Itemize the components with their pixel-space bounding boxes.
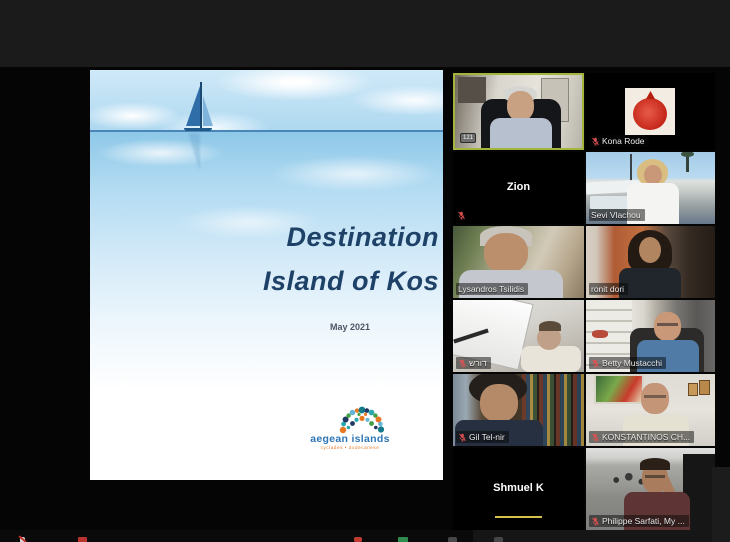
sailboat-hull [184, 128, 212, 131]
person-torso [490, 118, 552, 150]
video-tile-shmuel-k[interactable]: Shmuel K [453, 448, 584, 530]
video-tile-zion[interactable]: Zion [453, 152, 584, 224]
person-face [480, 384, 518, 422]
video-tile-ronit-dori[interactable]: ronit dori [586, 226, 715, 298]
sailboat-mast [200, 82, 202, 129]
participant-nameplate: KONSTANTINOS CH... [589, 431, 694, 443]
slide-date: May 2021 [330, 322, 370, 332]
participant-nameplate: Sevi Vlachou [589, 209, 645, 221]
religious-icon [688, 383, 698, 396]
video-button-icon[interactable] [78, 537, 87, 542]
aegean-logo-arch-icon [336, 390, 388, 434]
window-top-bar [0, 0, 730, 67]
pillow-shape [521, 346, 581, 372]
video-tile-kona-rode[interactable]: Kona Rode [586, 73, 715, 150]
zoom-meeting-window: Destination Island of Kos May 2021 [0, 0, 730, 542]
participant-name: Lysandros Tsilidis [458, 284, 524, 294]
slide-title: Destination Island of Kos [263, 215, 439, 303]
chat-button-icon[interactable] [494, 537, 503, 542]
participant-name: Zion [453, 181, 584, 193]
participant-nameplate: Betty Mustacchi [589, 357, 666, 369]
mute-button-icon[interactable] [20, 537, 25, 542]
participants-button-icon[interactable] [448, 537, 457, 542]
person-torso [619, 268, 681, 298]
security-button-icon[interactable] [354, 537, 362, 542]
person-face [654, 312, 681, 341]
camera-osd-badge: 121 [460, 133, 476, 143]
participant-nameplate: Philippe Sarfati, My ... [589, 515, 689, 527]
sailboat-reflection [188, 133, 200, 171]
participant-name: Shmuel K [453, 482, 584, 494]
shared-slide: Destination Island of Kos May 2021 [90, 70, 443, 480]
pomegranate-artwork [633, 98, 667, 130]
slide-title-line2: Island of Kos [263, 259, 439, 303]
participant-nameplate: Kona Rode [589, 135, 649, 147]
video-tile-hebrew-name[interactable]: דורש [453, 300, 584, 372]
participant-nameplate: Lysandros Tsilidis [456, 283, 528, 295]
video-tile-konstantinos[interactable]: KONSTANTINOS CH... [586, 374, 715, 446]
wall-painting [594, 374, 644, 404]
person-glasses [645, 475, 665, 478]
muted-mic-icon [591, 137, 600, 146]
participant-name: ronit dori [591, 284, 624, 294]
sailboat-jib-sail [203, 96, 213, 126]
logo-wordmark: aegean islands [308, 434, 392, 445]
person-face [484, 233, 528, 273]
logo-subtext: cyclades • dodecanese [308, 445, 392, 451]
muted-mic-icon [458, 359, 467, 368]
participant-nameplate: ronit dori [589, 283, 628, 295]
person-hair [640, 458, 670, 470]
muted-mic-icon [458, 433, 467, 442]
religious-icon [699, 380, 710, 395]
person-face [507, 91, 534, 121]
video-tile-active-speaker[interactable]: 121 [453, 73, 584, 150]
muted-mic-icon [591, 433, 600, 442]
participant-name: דורש [469, 358, 487, 368]
share-screen-button-icon[interactable] [398, 537, 408, 542]
participant-name: Philippe Sarfati, My ... [602, 516, 685, 526]
participant-name: Gil Tel-nir [469, 432, 505, 442]
person-face [639, 237, 661, 263]
video-tile-sevi-vlachou[interactable]: Sevi Vlachou [586, 152, 715, 224]
palm-tree [686, 155, 689, 172]
video-tile-lysandros-tsilidis[interactable]: Lysandros Tsilidis [453, 226, 584, 298]
video-tile-philippe-sarfati[interactable]: Philippe Sarfati, My ... [586, 448, 715, 530]
office-shelf [458, 77, 486, 103]
participant-name: Betty Mustacchi [602, 358, 662, 368]
muted-mic-icon [591, 359, 600, 368]
person-face [644, 165, 662, 185]
participant-nameplate: Gil Tel-nir [456, 431, 509, 443]
bottom-toolbar-strip-right [473, 530, 730, 542]
audio-indicator-line [495, 516, 542, 518]
slide-sky-clouds [90, 70, 443, 131]
aegean-islands-logo: aegean islands cyclades • dodecanese [308, 390, 392, 451]
muted-mic-icon [457, 211, 466, 220]
shelf-item [592, 330, 608, 338]
muted-mic-icon [591, 517, 600, 526]
bottom-right-panel-edge [712, 467, 730, 542]
participant-name: KONSTANTINOS CH... [602, 432, 690, 442]
person-face [641, 383, 669, 414]
participant-name: Kona Rode [602, 136, 645, 146]
slide-title-line1: Destination [263, 215, 439, 259]
sailboat-main-sail [186, 86, 200, 126]
person-hair [539, 321, 561, 331]
video-tile-gil-tel-nir[interactable]: Gil Tel-nir [453, 374, 584, 446]
person-glasses [657, 323, 678, 326]
participant-name: Sevi Vlachou [591, 210, 641, 220]
video-tile-betty-mustacchi[interactable]: Betty Mustacchi [586, 300, 715, 372]
person-glasses [644, 395, 666, 398]
participant-nameplate: דורש [456, 357, 491, 369]
